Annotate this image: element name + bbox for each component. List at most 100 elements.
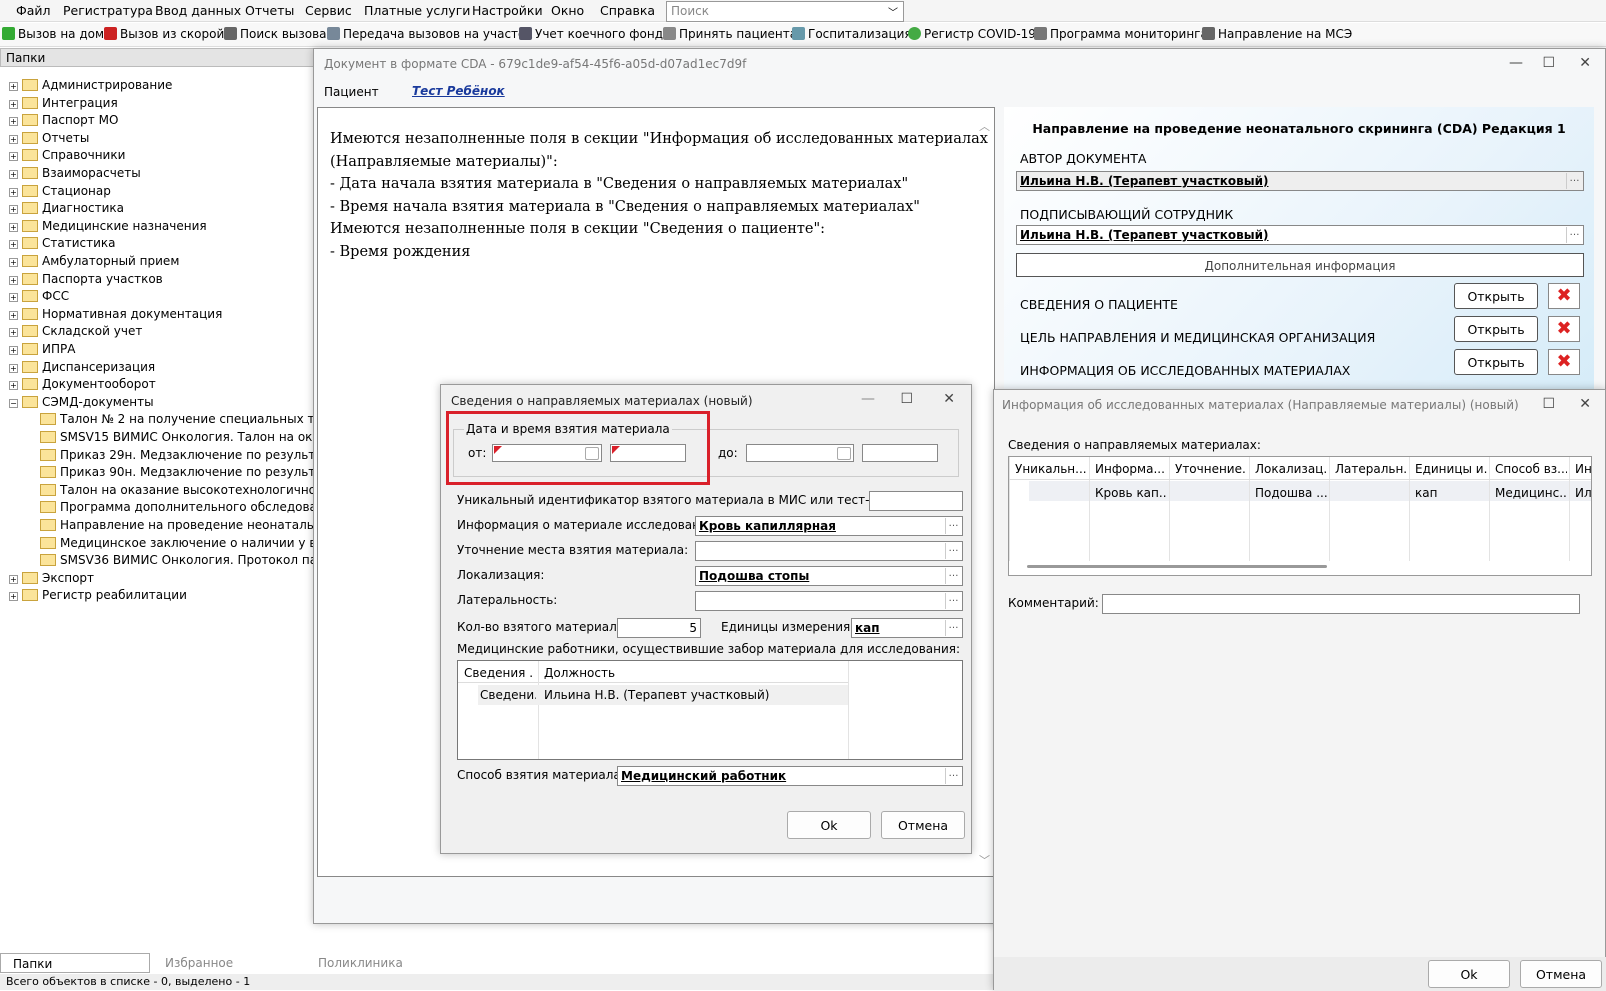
accept-patient-button[interactable]: Принять пациента (663, 27, 797, 41)
tree-item[interactable]: Талон на оказание высокотехнологичной ме (27, 483, 315, 501)
dialog-ok-button[interactable]: Ok (787, 811, 871, 839)
expand-icon[interactable]: + (9, 205, 18, 215)
menu-help[interactable]: Справка (600, 3, 655, 18)
expand-icon[interactable]: + (9, 99, 18, 109)
tree-item[interactable]: Направление на проведение неонатального … (27, 518, 315, 536)
patient-link[interactable]: Тест Ребёнок (412, 84, 505, 98)
info-col-header[interactable]: Локализац... (1255, 462, 1327, 476)
menu-input[interactable]: Ввод данных (155, 3, 241, 18)
hospitalization-button[interactable]: Госпитализация (792, 27, 912, 41)
author-field[interactable]: Ильина Н.В. (Терапевт участковый)… (1016, 171, 1584, 191)
expand-icon[interactable]: + (9, 328, 18, 338)
tree-item[interactable]: + ФСС (9, 289, 69, 307)
expand-icon[interactable]: + (9, 152, 18, 162)
delete-icon[interactable]: ✖ (1548, 283, 1580, 309)
tree-item[interactable]: + Статистика (9, 236, 116, 254)
staff-table[interactable]: Сведения ... Должность Сведени... Ильина… (457, 660, 963, 760)
tree-item[interactable]: + Стационар (9, 184, 111, 202)
search-input[interactable]: Поиск (666, 1, 904, 22)
tree-item[interactable]: + Паспорта участков (9, 272, 163, 290)
ambulance-call-button[interactable]: Вызов из скорой (104, 27, 224, 41)
tab-folders[interactable]: Папки (0, 953, 150, 973)
tree-item[interactable]: + Регистр реабилитации (9, 588, 187, 606)
comment-input[interactable] (1102, 594, 1580, 614)
menu-service[interactable]: Сервис (305, 3, 352, 18)
close-icon[interactable]: ✕ (1579, 55, 1591, 71)
lat-field[interactable]: … (695, 591, 963, 611)
place-field[interactable]: … (695, 541, 963, 561)
info-cancel-button[interactable]: Отмена (1520, 960, 1602, 988)
open-materials-button[interactable]: Открыть (1454, 349, 1538, 375)
tree-item[interactable]: − СЭМД-документы (9, 395, 154, 413)
delete-icon[interactable]: ✖ (1548, 316, 1580, 342)
loc-field[interactable]: Подошва стопы… (695, 566, 963, 586)
tree-item[interactable]: Талон № 2 на получение специальных талон (27, 412, 315, 430)
signer-field[interactable]: Ильина Н.В. (Терапевт участковый)… (1016, 225, 1584, 245)
staff-col-info[interactable]: Сведения ... (464, 666, 534, 680)
transfer-calls-button[interactable]: Передача вызовов на участок (327, 27, 533, 41)
maximize-icon[interactable]: ☐ (900, 391, 913, 407)
menu-window[interactable]: Окно (551, 3, 584, 18)
menu-reports[interactable]: Отчеты (245, 3, 294, 18)
expand-icon[interactable]: + (9, 187, 18, 197)
horizontal-scrollbar[interactable] (1027, 565, 1327, 568)
expand-icon[interactable]: + (9, 363, 18, 373)
close-icon[interactable]: ✕ (943, 391, 955, 407)
expand-icon[interactable]: + (9, 592, 18, 602)
expand-icon[interactable]: + (9, 170, 18, 179)
expand-icon[interactable]: + (9, 134, 18, 144)
expand-icon[interactable]: + (9, 240, 18, 250)
close-icon[interactable]: ✕ (1579, 396, 1591, 412)
info-col-header[interactable]: Ин (1575, 462, 1591, 476)
menu-registry[interactable]: Регистратура (63, 3, 153, 18)
tree-item[interactable]: + Взаиморасчеты (9, 166, 141, 184)
tree-item[interactable]: Приказ 90н. Медзаключение по результатам (27, 465, 315, 483)
dialog-cancel-button[interactable]: Отмена (881, 811, 965, 839)
menu-paid[interactable]: Платные услуги (364, 3, 470, 18)
monitoring-button[interactable]: Программа мониторинга (1034, 27, 1208, 41)
ellipsis-icon[interactable]: … (945, 568, 961, 584)
tree-item[interactable]: Приказ 29н. Медзаключение по результатам (27, 448, 315, 466)
tree-item[interactable]: + Документооборот (9, 377, 156, 395)
tree-item[interactable]: + Нормативная документация (9, 307, 222, 325)
covid-registry-button[interactable]: Регистр COVID-19 (908, 27, 1036, 41)
tree-item[interactable]: + Складской учет (9, 324, 142, 342)
expand-icon[interactable]: + (9, 293, 18, 303)
mse-referral-button[interactable]: Направление на МСЭ (1202, 27, 1352, 41)
tree-item[interactable]: Программа дополнительного обследования (27, 500, 315, 518)
scroll-down-icon[interactable]: ﹀ (979, 852, 990, 868)
open-patient-button[interactable]: Открыть (1454, 283, 1538, 309)
expand-icon[interactable]: + (9, 82, 18, 91)
ellipsis-icon[interactable]: … (945, 620, 961, 636)
tree-item[interactable]: + Администрирование (9, 78, 172, 96)
tree-item[interactable]: + Медицинские назначения (9, 219, 207, 237)
expand-icon[interactable]: + (9, 346, 18, 355)
menu-settings[interactable]: Настройки (472, 3, 543, 18)
tree-item[interactable]: + Экспорт (9, 571, 94, 589)
tree-item[interactable]: + Амбулаторный прием (9, 254, 179, 272)
info-col-header[interactable]: Уточнение... (1175, 462, 1247, 476)
minimize-icon[interactable]: — (1509, 55, 1523, 71)
scroll-up-icon[interactable]: ︿ (979, 118, 990, 134)
ellipsis-icon[interactable]: … (945, 543, 961, 559)
expand-icon[interactable]: + (9, 275, 18, 285)
info-col-header[interactable]: Уникальн... (1015, 462, 1087, 476)
ellipsis-icon[interactable]: … (945, 518, 961, 534)
tree-item[interactable]: Медицинское заключение о наличии у водит (27, 536, 315, 554)
maximize-icon[interactable]: ☐ (1542, 55, 1555, 71)
maximize-icon[interactable]: ☐ (1542, 396, 1555, 412)
expand-icon[interactable]: + (9, 310, 18, 320)
qty-input[interactable]: 5 (617, 618, 701, 638)
tab-favorites[interactable]: Избранное (165, 956, 233, 970)
info-ok-button[interactable]: Ok (1428, 960, 1510, 988)
chevron-down-icon[interactable]: ﹀ (888, 4, 898, 19)
tree-item[interactable]: SMSV15 ВИМИС Онкология. Талон на оказани (27, 430, 315, 448)
method-field[interactable]: Медицинский работник… (617, 766, 963, 786)
info-field[interactable]: Кровь капиллярная… (695, 516, 963, 536)
staff-col-position[interactable]: Должность (544, 666, 615, 680)
ellipsis-icon[interactable]: … (945, 768, 961, 784)
additional-info-button[interactable]: Дополнительная информация (1016, 253, 1584, 277)
tree-item[interactable]: + Диспансеризация (9, 360, 155, 378)
expand-icon[interactable]: + (9, 381, 18, 391)
tree-item[interactable]: + Паспорт МО (9, 113, 118, 131)
